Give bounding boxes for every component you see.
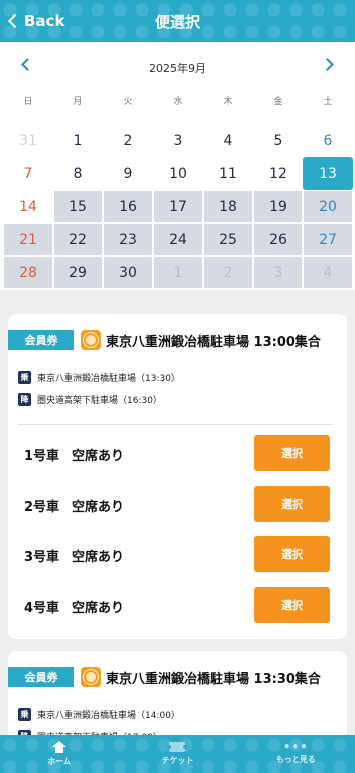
calendar-day[interactable]: 8 [53, 157, 103, 190]
nav-label: チケット [161, 756, 194, 765]
calendar-day: 31 [19, 132, 37, 149]
board-tag: 乗 [18, 707, 31, 721]
boarding-location: 東京八重洲鍛冶橋駐車場（14:00） [37, 710, 180, 721]
calendar-grid: 31 1 2 3 4 5 6 7 8 9 10 11 12 13 14 15 16 17 18 19 20 21 22 23 2… [3, 124, 353, 289]
car-row: 2号車 空席あり 選択 [8, 486, 347, 522]
calendar-day[interactable]: 7 [3, 157, 53, 190]
calendar-day[interactable]: 17 [153, 190, 203, 223]
weekday-label: 木 [223, 97, 233, 107]
home-icon [52, 741, 67, 753]
calendar-day[interactable]: 28 [3, 256, 53, 289]
car-number: 4号車 [24, 601, 60, 616]
divider [18, 424, 333, 425]
bottom-nav: ホーム チケット ••• もっと見る [0, 735, 355, 773]
calendar-day[interactable]: 12 [253, 157, 303, 190]
calendar-day[interactable]: 11 [203, 157, 253, 190]
alighting-location: 圏央道高架下駐車場（16:30） [37, 395, 162, 406]
calendar-day[interactable]: 13 [303, 157, 353, 190]
calendar-day[interactable]: 6 [303, 124, 353, 157]
boarding-location: 東京八重洲鍛冶橋駐車場（13:30） [37, 373, 180, 384]
trip-title: 東京八重洲鍛冶橋駐車場 13:30集合 [106, 672, 321, 687]
alighting-stop: 降 圏央道高架下駐車場（16:30） [18, 392, 162, 406]
nav-ticket[interactable]: チケット [118, 735, 236, 773]
calendar-day[interactable]: 3 [153, 124, 203, 157]
weekday-label: 土 [323, 97, 333, 107]
calendar-day[interactable]: 16 [103, 190, 153, 223]
page-title: 便選択 [154, 13, 200, 31]
calendar-day[interactable]: 10 [153, 157, 203, 190]
calendar-day: 4 [303, 256, 353, 289]
calendar-day[interactable]: 30 [103, 256, 153, 289]
calendar-day: 2 [203, 256, 253, 289]
member-ticket-badge: 会員券 [8, 330, 74, 350]
calendar-day[interactable]: 5 [253, 124, 303, 157]
calendar-month-label: 2025年9月 [149, 62, 206, 75]
seat-status: 空席あり [72, 500, 125, 515]
weekday-header: 日 月 火 水 木 金 土 [3, 94, 353, 107]
car-number: 2号車 [24, 500, 60, 515]
calendar-day[interactable]: 26 [253, 223, 303, 256]
calendar-nav: 2025年9月 [0, 56, 355, 78]
trip-title: 東京八重洲鍛冶橋駐車場 13:00集合 [106, 335, 321, 350]
chevron-right-icon [321, 58, 334, 71]
weekday-label: 火 [123, 97, 133, 107]
calendar-day: 1 [153, 256, 203, 289]
app-header: Back 便選択 [0, 0, 355, 42]
calendar-day[interactable]: 14 [3, 190, 53, 223]
trip-card: 会員券 東京八重洲鍛冶橋駐車場 13:00集合 乗 東京八重洲鍛冶橋駐車場（13… [8, 314, 347, 639]
calendar: 2025年9月 日 月 火 水 木 金 土 31 1 2 3 4 5 6 7 8 9 10 11 12 1… [0, 42, 355, 290]
select-button[interactable]: 選択 [254, 536, 330, 572]
more-icon: ••• [282, 740, 309, 754]
select-button[interactable]: 選択 [254, 435, 330, 471]
seat-status: 空席あり [72, 550, 125, 565]
ticket-icon [167, 742, 188, 752]
nav-home[interactable]: ホーム [0, 735, 118, 773]
weekday-label: 水 [173, 97, 183, 107]
nav-more[interactable]: ••• もっと見る [237, 735, 355, 773]
select-button[interactable]: 選択 [254, 587, 330, 623]
calendar-day: 3 [253, 256, 303, 289]
weekday-label: 月 [73, 97, 83, 107]
select-button[interactable]: 選択 [254, 486, 330, 522]
calendar-day[interactable]: 4 [203, 124, 253, 157]
weekday-label: 金 [273, 97, 283, 107]
weekday-label: 日 [23, 97, 33, 107]
board-tag: 乗 [18, 370, 31, 384]
seat-status: 空席あり [72, 601, 125, 616]
next-month-button[interactable] [321, 58, 335, 72]
calendar-day[interactable]: 20 [303, 190, 353, 223]
calendar-day[interactable]: 1 [53, 124, 103, 157]
calendar-day[interactable]: 21 [3, 223, 53, 256]
boarding-stop: 乗 東京八重洲鍛冶橋駐車場（14:00） [18, 707, 180, 721]
calendar-day[interactable]: 2 [103, 124, 153, 157]
sun-icon [81, 330, 101, 350]
calendar-day[interactable]: 22 [53, 223, 103, 256]
calendar-day[interactable]: 19 [253, 190, 303, 223]
calendar-day[interactable]: 9 [103, 157, 153, 190]
alight-tag: 降 [18, 392, 31, 406]
car-row: 3号車 空席あり 選択 [8, 536, 347, 572]
calendar-day[interactable]: 27 [303, 223, 353, 256]
car-number: 3号車 [24, 550, 60, 565]
member-ticket-badge: 会員券 [8, 667, 74, 687]
car-row: 4号車 空席あり 選択 [8, 587, 347, 623]
calendar-day[interactable]: 15 [53, 190, 103, 223]
calendar-day[interactable]: 18 [203, 190, 253, 223]
calendar-day[interactable]: 25 [203, 223, 253, 256]
seat-status: 空席あり [72, 449, 125, 464]
calendar-day[interactable]: 24 [153, 223, 203, 256]
boarding-stop: 乗 東京八重洲鍛冶橋駐車場（13:30） [18, 370, 180, 384]
car-row: 1号車 空席あり 選択 [8, 435, 347, 471]
sun-icon [81, 667, 101, 687]
nav-label: もっと見る [275, 755, 316, 764]
calendar-day[interactable]: 23 [103, 223, 153, 256]
car-number: 1号車 [24, 449, 60, 464]
nav-label: ホーム [47, 757, 72, 766]
calendar-day[interactable]: 29 [53, 256, 103, 289]
